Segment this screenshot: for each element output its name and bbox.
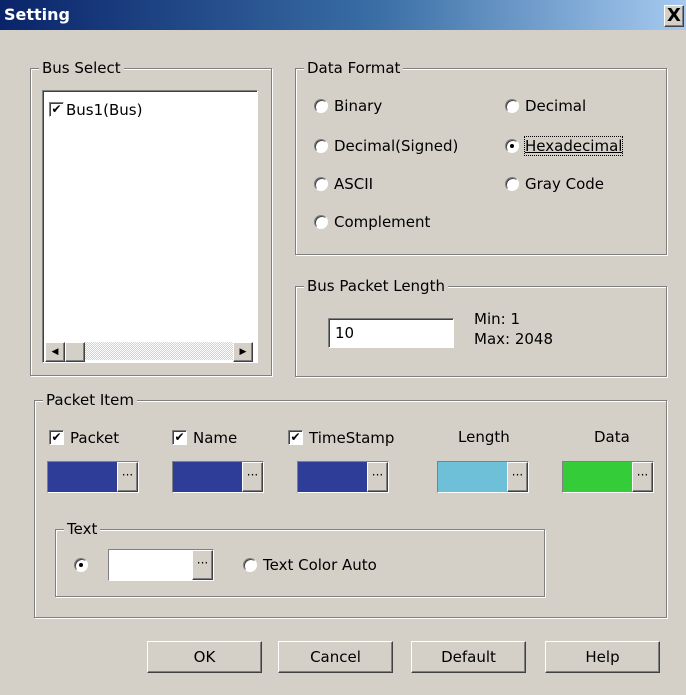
timestamp-color-browse-button[interactable]: ··· <box>367 462 388 492</box>
radio-ascii-button[interactable] <box>314 176 328 191</box>
timestamp-color-picker[interactable]: ··· <box>297 461 389 493</box>
text-color-legend: Text <box>64 519 101 539</box>
data-color-picker[interactable]: ··· <box>562 461 654 493</box>
timestamp-checkbox[interactable]: ✔ <box>288 430 303 445</box>
radio-text-custom-button[interactable] <box>74 557 88 572</box>
radio-text-color-auto[interactable]: Text Color Auto <box>243 554 377 575</box>
radio-binary-label: Binary <box>334 96 383 115</box>
length-label: Length <box>458 428 510 446</box>
title-bar: Setting X <box>0 0 686 30</box>
min-length-label: Min: 1 <box>474 310 520 328</box>
text-color-group: Text ··· Text Color Auto <box>55 519 545 597</box>
radio-decimal-label: Decimal <box>525 96 587 115</box>
ellipsis-icon: ··· <box>511 468 524 482</box>
radio-ascii[interactable]: ASCII <box>314 173 373 194</box>
text-color-browse-button[interactable]: ··· <box>192 550 213 580</box>
radio-binary-button[interactable] <box>314 98 328 113</box>
scroll-thumb[interactable] <box>65 342 85 362</box>
bus-packet-length-group: Bus Packet Length Min: 1 Max: 2048 <box>295 276 667 377</box>
name-label: Name <box>193 428 238 447</box>
data-format-group: Data Format Binary Decimal Decimal(Signe… <box>295 58 667 255</box>
radio-text-auto-button[interactable] <box>243 557 257 572</box>
close-button[interactable]: X <box>664 5 684 27</box>
scroll-right-button[interactable]: ▶ <box>233 342 253 362</box>
timestamp-checkbox-item[interactable]: ✔ TimeStamp <box>288 427 394 448</box>
default-button[interactable]: Default <box>411 641 526 673</box>
packet-length-input[interactable] <box>328 318 454 348</box>
bus-list[interactable]: ✔ Bus1(Bus) ◀ ▶ <box>42 90 258 363</box>
radio-decimal-signed-button[interactable] <box>314 138 328 153</box>
bus-packet-length-legend: Bus Packet Length <box>304 276 448 296</box>
bus1-checkbox[interactable]: ✔ <box>49 102 64 117</box>
radio-hexadecimal[interactable]: Hexadecimal <box>505 135 624 156</box>
scroll-left-arrow-icon: ◀ <box>51 347 59 357</box>
packet-color-swatch <box>48 462 119 492</box>
radio-hexadecimal-button[interactable] <box>505 138 519 153</box>
ellipsis-icon: ··· <box>196 556 209 570</box>
scroll-right-arrow-icon: ▶ <box>239 347 247 357</box>
text-color-picker[interactable]: ··· <box>108 549 214 581</box>
name-color-swatch <box>173 462 244 492</box>
packet-checkbox[interactable]: ✔ <box>49 430 64 445</box>
data-format-legend: Data Format <box>304 58 404 78</box>
radio-decimal-button[interactable] <box>505 98 519 113</box>
radio-decimal[interactable]: Decimal <box>505 95 586 116</box>
length-color-picker[interactable]: ··· <box>437 461 529 493</box>
horizontal-scrollbar[interactable]: ◀ ▶ <box>45 342 253 362</box>
radio-text-custom[interactable] <box>74 554 88 574</box>
radio-complement-button[interactable] <box>314 214 328 229</box>
close-icon: X <box>667 5 681 26</box>
length-color-browse-button[interactable]: ··· <box>507 462 528 492</box>
radio-gray-code-label: Gray Code <box>525 174 605 193</box>
packet-color-browse-button[interactable]: ··· <box>117 462 138 492</box>
ellipsis-icon: ··· <box>246 468 259 482</box>
scroll-left-button[interactable]: ◀ <box>45 342 65 362</box>
ellipsis-icon: ··· <box>636 468 649 482</box>
radio-decimal-signed[interactable]: Decimal(Signed) <box>314 135 458 156</box>
name-color-browse-button[interactable]: ··· <box>242 462 263 492</box>
list-item[interactable]: ✔ Bus1(Bus) <box>49 99 142 120</box>
radio-decimal-signed-label: Decimal(Signed) <box>334 136 459 155</box>
name-checkbox[interactable]: ✔ <box>172 430 187 445</box>
timestamp-color-swatch <box>298 462 369 492</box>
length-color-swatch <box>438 462 509 492</box>
data-color-swatch <box>563 462 634 492</box>
ellipsis-icon: ··· <box>371 468 384 482</box>
name-color-picker[interactable]: ··· <box>172 461 264 493</box>
radio-complement[interactable]: Complement <box>314 211 430 232</box>
packet-item-group: Packet Item ✔ Packet ✔ Name ✔ TimeStamp Len… <box>34 390 667 618</box>
packet-checkbox-item[interactable]: ✔ Packet <box>49 427 119 448</box>
radio-gray-code[interactable]: Gray Code <box>505 173 604 194</box>
radio-binary[interactable]: Binary <box>314 95 382 116</box>
cancel-button[interactable]: Cancel <box>278 641 393 673</box>
window-title: Setting <box>4 5 70 24</box>
packet-color-picker[interactable]: ··· <box>47 461 139 493</box>
radio-hexadecimal-label: Hexadecimal <box>523 135 624 156</box>
bus-select-legend: Bus Select <box>39 58 124 78</box>
ellipsis-icon: ··· <box>121 468 134 482</box>
bus-select-group: Bus Select ✔ Bus1(Bus) ◀ ▶ <box>30 58 272 376</box>
text-color-swatch <box>109 550 194 580</box>
radio-gray-code-button[interactable] <box>505 176 519 191</box>
ok-button[interactable]: OK <box>147 641 262 673</box>
name-checkbox-item[interactable]: ✔ Name <box>172 427 237 448</box>
data-color-browse-button[interactable]: ··· <box>632 462 653 492</box>
radio-ascii-label: ASCII <box>334 174 374 193</box>
timestamp-label: TimeStamp <box>309 428 395 447</box>
help-button[interactable]: Help <box>545 641 660 673</box>
bus1-label: Bus1(Bus) <box>66 100 143 119</box>
text-color-auto-label: Text Color Auto <box>263 555 377 574</box>
data-label: Data <box>594 428 630 446</box>
radio-complement-label: Complement <box>334 212 431 231</box>
packet-label: Packet <box>70 428 120 447</box>
packet-item-legend: Packet Item <box>43 390 137 410</box>
max-length-label: Max: 2048 <box>474 330 554 348</box>
